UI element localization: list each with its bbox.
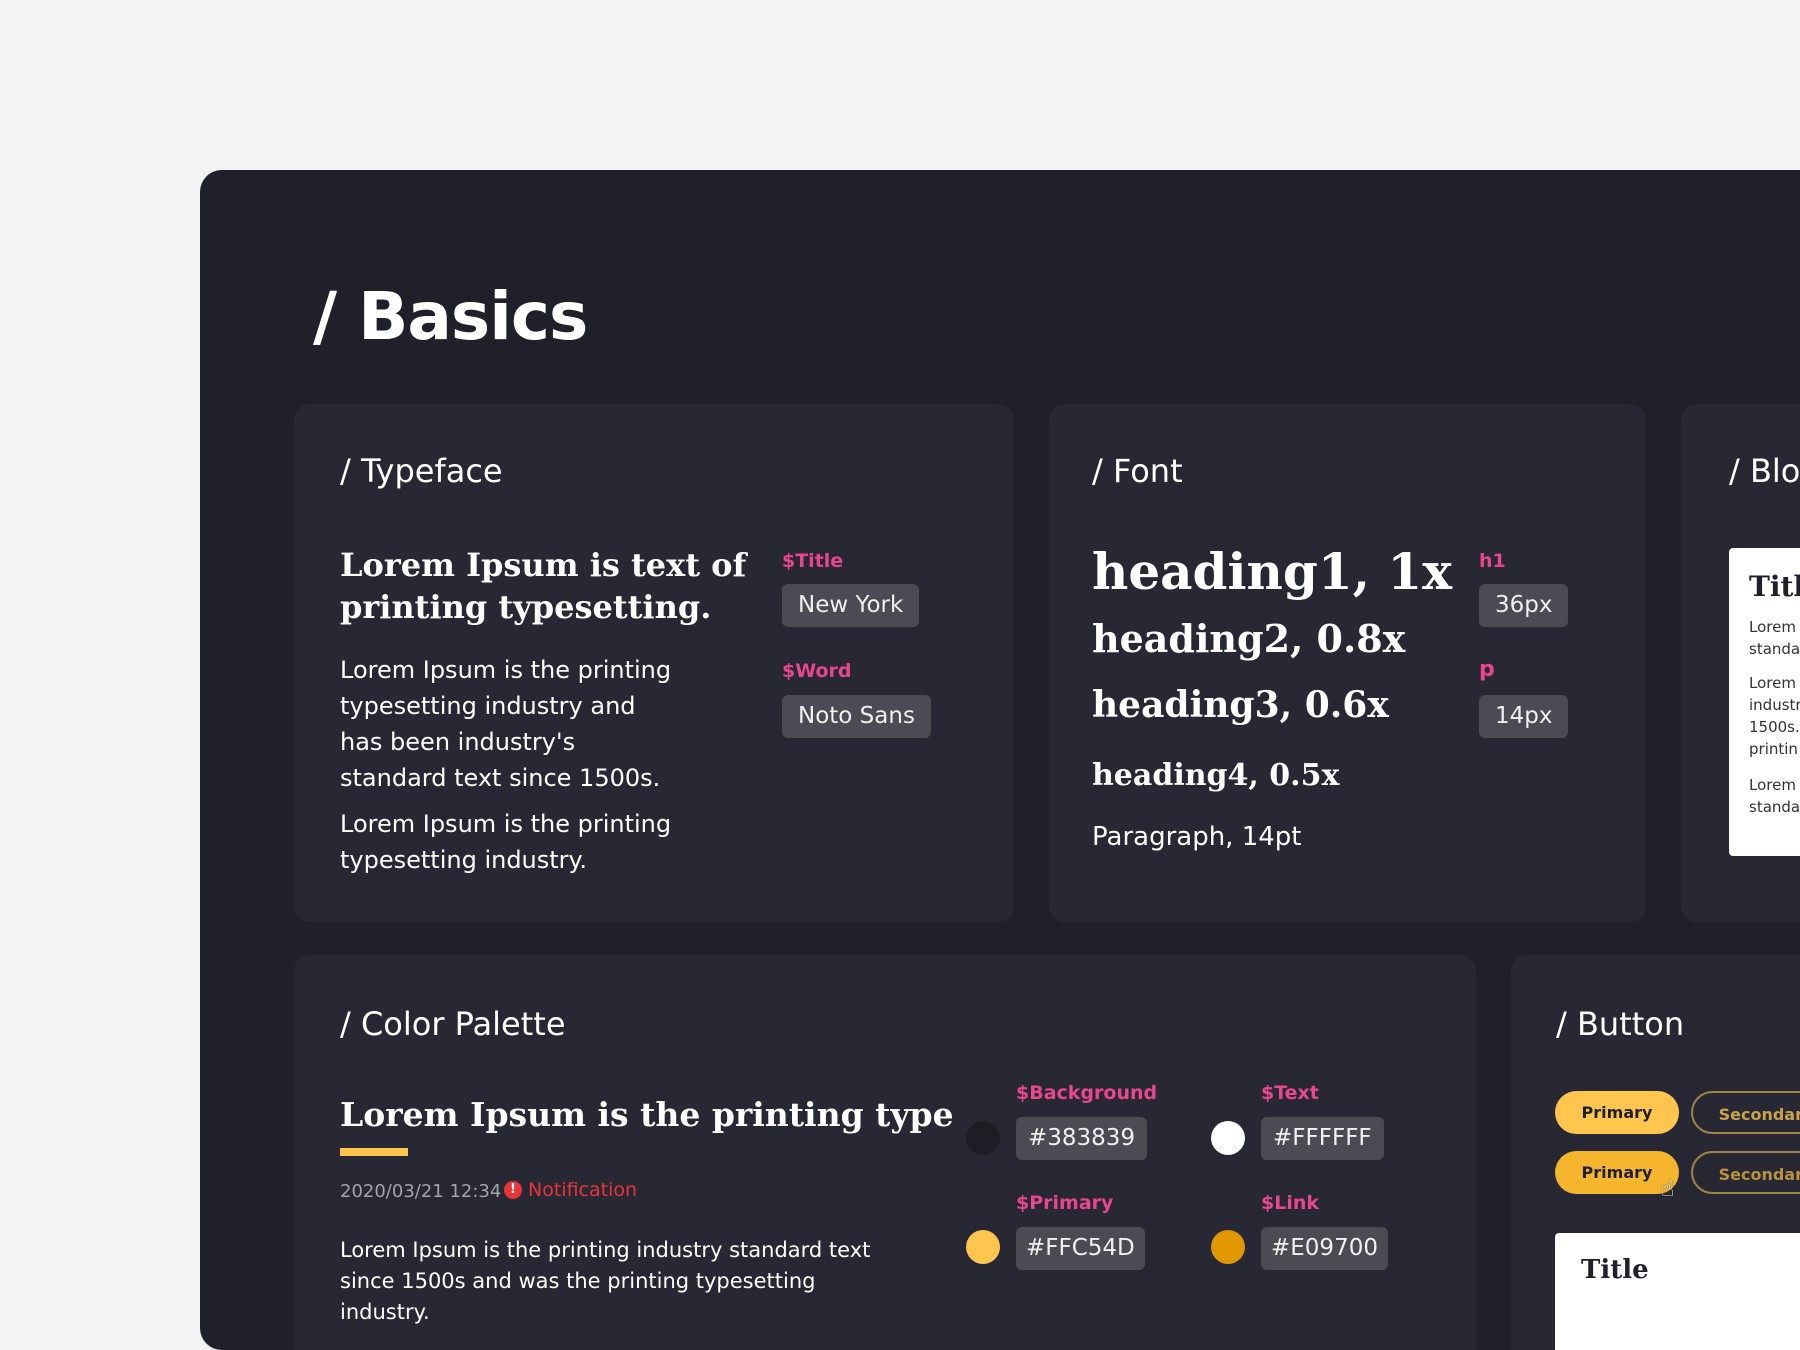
link-swatch — [1211, 1230, 1245, 1264]
background-swatch — [966, 1121, 1000, 1155]
block-card: / Blo Title Lorem standa Lorem industr 1… — [1681, 404, 1800, 922]
block-preview-line: Lorem — [1749, 618, 1796, 636]
p-token-label: p — [1479, 657, 1495, 682]
button-preview-card: Title — [1555, 1233, 1800, 1350]
link-hex-chip: #E09700 — [1261, 1227, 1388, 1270]
palette-heading: Lorem Ipsum is the printing type — [340, 1095, 954, 1134]
heading4-sample: heading4, 0.5x — [1092, 758, 1340, 793]
heading1-sample: heading1, 1x — [1092, 542, 1453, 601]
text-swatch — [1211, 1121, 1245, 1155]
text-token-label: $Text — [1261, 1082, 1319, 1104]
heading2-sample: heading2, 0.8x — [1092, 616, 1406, 661]
background-hex-chip: #383839 — [1016, 1117, 1148, 1160]
primary-hex-chip: #FFC54D — [1016, 1227, 1145, 1270]
text-hex-chip: #FFFFFF — [1261, 1117, 1384, 1160]
hand-cursor-icon: ☝ — [1661, 1177, 1675, 1202]
alert-icon: ! — [504, 1181, 522, 1199]
block-preview-line: Lorem — [1749, 776, 1796, 794]
notification-label: Notification — [528, 1179, 638, 1201]
secondary-button-hover[interactable]: Secondary — [1691, 1151, 1800, 1194]
block-card-title: / Blo — [1729, 452, 1800, 490]
button-preview-title: Title — [1581, 1255, 1649, 1285]
palette-body: Lorem Ipsum is the printing industry sta… — [340, 1238, 871, 1324]
block-preview-line: Lorem — [1749, 674, 1796, 692]
button-card-title: / Button — [1556, 1005, 1685, 1043]
typeface-heading: Lorem Ipsum is text of printing typesett… — [340, 546, 747, 626]
typeface-paragraph-1: Lorem Ipsum is the printing typesetting … — [340, 656, 672, 792]
block-preview-line: printin — [1749, 740, 1798, 758]
color-palette-card-title: / Color Palette — [340, 1005, 566, 1043]
p-size-chip: 14px — [1479, 695, 1569, 738]
page-title: / Basics — [313, 278, 588, 355]
typeface-card-title: / Typeface — [340, 452, 503, 490]
link-token-label: $Link — [1261, 1192, 1320, 1214]
primary-button[interactable]: Primary — [1555, 1091, 1679, 1134]
word-font-chip: Noto Sans — [782, 695, 931, 738]
word-token-label: $Word — [782, 660, 852, 682]
primary-swatch — [966, 1230, 1000, 1264]
heading3-sample: heading3, 0.6x — [1092, 684, 1389, 726]
secondary-button[interactable]: Secondary — [1691, 1091, 1800, 1134]
title-font-chip: New York — [782, 584, 920, 627]
button-card: / Button Primary Secondary Primary Secon… — [1511, 955, 1800, 1350]
h1-token-label: h1 — [1479, 550, 1506, 572]
font-card-title: / Font — [1092, 452, 1183, 490]
basics-panel: / Basics / Typeface Lorem Ipsum is text … — [200, 170, 1800, 1350]
font-card: / Font heading1, 1x heading2, 0.8x headi… — [1049, 404, 1646, 922]
accent-underline — [340, 1148, 408, 1156]
paragraph-sample: Paragraph, 14pt — [1092, 822, 1302, 852]
block-preview-line: industr — [1749, 696, 1800, 714]
block-preview-line: standa — [1749, 640, 1800, 658]
block-preview-line: standa — [1749, 798, 1800, 816]
block-preview-card: Title Lorem standa Lorem industr 1500s. … — [1729, 548, 1800, 856]
h1-size-chip: 36px — [1479, 584, 1569, 627]
block-preview-line: 1500s. — [1749, 718, 1800, 736]
typeface-card: / Typeface Lorem Ipsum is text of printi… — [294, 404, 1014, 922]
typeface-paragraph-2: Lorem Ipsum is the printing typesetting … — [340, 810, 672, 874]
background-token-label: $Background — [1016, 1082, 1158, 1104]
primary-token-label: $Primary — [1016, 1192, 1114, 1214]
notification[interactable]: ! Notification — [504, 1179, 637, 1201]
color-palette-card: / Color Palette Lorem Ipsum is the print… — [294, 955, 1476, 1350]
timestamp: 2020/03/21 12:34 — [340, 1181, 502, 1202]
block-preview-title: Title — [1749, 570, 1800, 603]
title-token-label: $Title — [782, 550, 844, 572]
